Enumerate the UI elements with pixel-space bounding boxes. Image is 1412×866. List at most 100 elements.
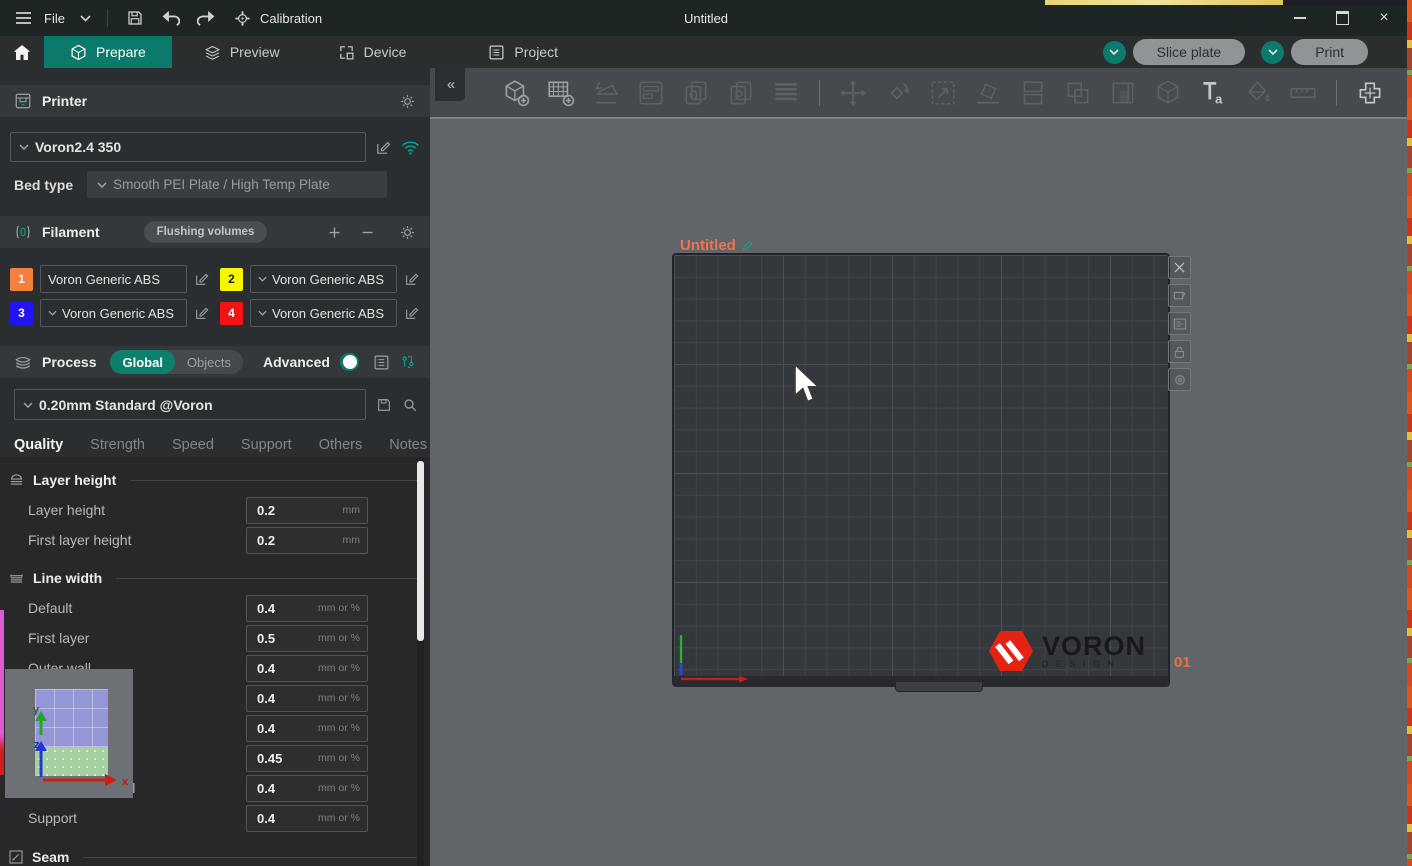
- compare-presets-icon[interactable]: [400, 354, 416, 370]
- scope-objects-option[interactable]: Objects: [175, 350, 243, 374]
- save-preset-icon[interactable]: [376, 397, 392, 413]
- slice-options-dropdown[interactable]: [1103, 41, 1126, 64]
- layer-height-input[interactable]: 0.2mm: [246, 497, 368, 524]
- print-options-dropdown[interactable]: [1261, 41, 1284, 64]
- add-plate-icon[interactable]: [545, 77, 577, 109]
- edit-filament-3-icon[interactable]: [194, 305, 210, 321]
- scope-global-option[interactable]: Global: [110, 350, 174, 374]
- chevron-down-icon[interactable]: [75, 7, 97, 29]
- plate-name[interactable]: Untitled: [680, 237, 754, 254]
- advanced-toggle[interactable]: [340, 353, 359, 371]
- measure-icon[interactable]: [1287, 77, 1319, 109]
- filament-settings-gear-icon[interactable]: [399, 224, 416, 241]
- tab-device[interactable]: Device: [312, 36, 433, 68]
- split-to-parts-icon[interactable]: [1062, 77, 1094, 109]
- undo-icon[interactable]: [160, 7, 182, 29]
- edit-filament-1-icon[interactable]: [194, 271, 210, 287]
- lock-plate-icon[interactable]: [1168, 340, 1191, 363]
- rename-plate-pencil-icon[interactable]: [741, 239, 754, 252]
- setting-row: Default 0.4mm or %: [0, 593, 430, 623]
- add-filament-icon[interactable]: [327, 225, 342, 240]
- redo-icon[interactable]: [196, 7, 218, 29]
- add-object-icon[interactable]: [500, 77, 532, 109]
- edit-filament-2-icon[interactable]: [404, 271, 420, 287]
- process-preset-select[interactable]: 0.20mm Standard @Voron: [14, 389, 366, 420]
- assembly-icon[interactable]: [1354, 77, 1386, 109]
- search-settings-icon[interactable]: [402, 397, 418, 413]
- first-layer-height-input[interactable]: 0.2mm: [246, 527, 368, 554]
- tab-prepare[interactable]: Prepare: [44, 36, 172, 68]
- build-plate[interactable]: [672, 253, 1170, 687]
- plate-image-icon[interactable]: [1168, 284, 1191, 307]
- plate-handle[interactable]: [895, 682, 983, 692]
- filament-1-color-swatch[interactable]: 1: [10, 268, 33, 291]
- home-button[interactable]: [0, 36, 44, 68]
- voron-hexagon-icon: [988, 628, 1034, 674]
- filament-3-select[interactable]: Voron Generic ABS: [40, 299, 187, 327]
- copy-icon[interactable]: [680, 77, 712, 109]
- filament-4-select[interactable]: Voron Generic ABS: [250, 299, 397, 327]
- minimize-button[interactable]: [1286, 6, 1314, 30]
- remove-filament-icon[interactable]: [360, 225, 375, 240]
- filament-3-color-swatch[interactable]: 3: [10, 302, 33, 325]
- collapse-sidebar-button[interactable]: «: [435, 68, 465, 101]
- axis-label-y: y: [33, 704, 40, 716]
- save-icon[interactable]: [124, 7, 146, 29]
- calibration-button[interactable]: Calibration: [232, 7, 322, 29]
- wifi-icon[interactable]: [401, 140, 420, 155]
- chevron-down-icon: [19, 144, 29, 150]
- split-to-objects-icon[interactable]: [1017, 77, 1049, 109]
- line-width-top-surface-input[interactable]: 0.4mm or %: [246, 715, 368, 742]
- bed-type-select[interactable]: Smooth PEI Plate / High Temp Plate: [87, 171, 387, 198]
- tab-project[interactable]: Project: [462, 36, 584, 68]
- line-width-sparse-infill-input[interactable]: 0.45mm or %: [246, 745, 368, 772]
- line-width-first-layer-input[interactable]: 0.5mm or %: [246, 625, 368, 652]
- add-text-icon[interactable]: a: [1197, 77, 1229, 109]
- filament-2-select[interactable]: Voron Generic ABS: [250, 265, 397, 293]
- filament-4-color-swatch[interactable]: 4: [220, 302, 243, 325]
- color-painting-icon[interactable]: [1242, 77, 1274, 109]
- settings-list: Layer height Layer height 0.2mm First la…: [0, 457, 430, 866]
- printer-select[interactable]: Voron2.4 350: [10, 132, 366, 162]
- slice-plate-button[interactable]: Slice plate: [1103, 39, 1246, 65]
- viewport-3d[interactable]: a « Untitled: [430, 68, 1412, 866]
- plate-settings-icon[interactable]: [1168, 368, 1191, 391]
- setting-row: First layer height 0.2mm: [0, 525, 430, 555]
- viewport-navigator[interactable]: y z x: [5, 669, 133, 798]
- auto-orient-icon[interactable]: [590, 77, 622, 109]
- line-width-inner-wall-input[interactable]: 0.4mm or %: [246, 685, 368, 712]
- layer-height-section: Layer height: [0, 465, 430, 495]
- rotate-icon[interactable]: [882, 77, 914, 109]
- lay-flat-icon[interactable]: [972, 77, 1004, 109]
- edit-printer-icon[interactable]: [375, 139, 392, 156]
- delete-plate-icon[interactable]: [1168, 256, 1191, 279]
- move-icon[interactable]: [837, 77, 869, 109]
- parameter-table-icon[interactable]: [373, 354, 390, 371]
- scale-icon[interactable]: [927, 77, 959, 109]
- filament-2-color-swatch[interactable]: 2: [220, 268, 243, 291]
- file-menu[interactable]: File: [0, 7, 97, 29]
- printer-settings-gear-icon[interactable]: [399, 93, 416, 110]
- filament-1-select[interactable]: Voron Generic ABS: [40, 265, 187, 293]
- variable-layer-height-icon[interactable]: [1107, 77, 1139, 109]
- double-chevron-left-icon: «: [447, 76, 453, 93]
- tab-preview-label: Preview: [230, 44, 280, 60]
- mesh-boolean-icon[interactable]: [1152, 77, 1184, 109]
- paste-icon[interactable]: [725, 77, 757, 109]
- flushing-volumes-button[interactable]: Flushing volumes: [144, 221, 268, 243]
- edit-filament-4-icon[interactable]: [404, 305, 420, 321]
- close-button[interactable]: ×: [1370, 6, 1398, 30]
- arrange-plate-icon[interactable]: [1168, 312, 1191, 335]
- layers-icon[interactable]: [770, 77, 802, 109]
- background-window-sliver-top: [1045, 0, 1283, 5]
- line-width-default-input[interactable]: 0.4mm or %: [246, 595, 368, 622]
- maximize-button[interactable]: [1328, 6, 1356, 30]
- line-width-internal-solid-infill-input[interactable]: 0.4mm or %: [246, 775, 368, 802]
- arrange-icon[interactable]: [635, 77, 667, 109]
- tab-preview[interactable]: Preview: [178, 36, 306, 68]
- line-width-support-input[interactable]: 0.4mm or %: [246, 805, 368, 832]
- viewport-toolbar: a: [430, 68, 1412, 119]
- settings-scrollbar-thumb[interactable]: [417, 461, 424, 641]
- print-button[interactable]: Print: [1261, 39, 1368, 65]
- line-width-outer-wall-input[interactable]: 0.4mm or %: [246, 655, 368, 682]
